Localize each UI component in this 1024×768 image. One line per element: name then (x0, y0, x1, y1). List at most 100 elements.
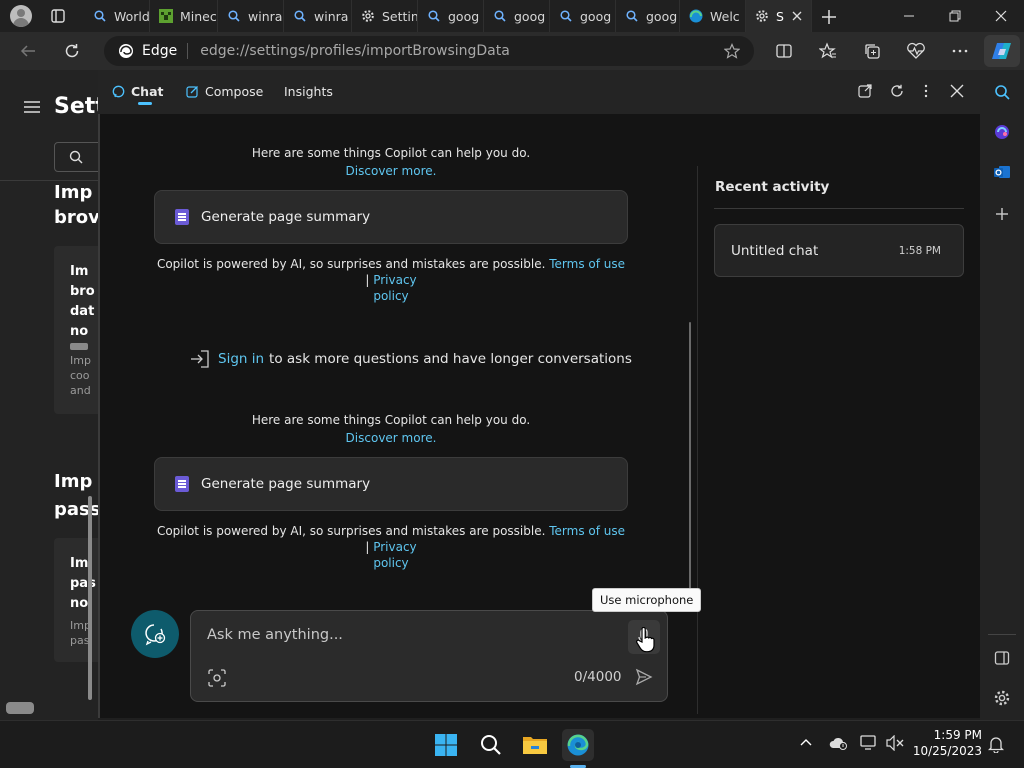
generate-summary-button[interactable]: Generate page summary (154, 190, 628, 244)
tab-compose[interactable]: Compose (186, 84, 263, 99)
sidebar-divider (988, 634, 1016, 635)
search-icon (995, 85, 1010, 100)
screenshot-icon[interactable] (208, 669, 226, 687)
more-options-icon[interactable] (924, 84, 928, 98)
sidebar-search-button[interactable] (988, 78, 1016, 106)
outlook-icon (994, 166, 1010, 178)
policy-link[interactable]: policy (373, 289, 408, 303)
character-counter: 0/4000 (574, 669, 622, 685)
compose-icon (186, 86, 198, 98)
tab-actions-icon[interactable] (50, 8, 66, 24)
tab-chat[interactable]: Chat (112, 84, 163, 99)
notifications-bell-icon[interactable] (988, 735, 1004, 753)
split-screen-button[interactable] (770, 37, 798, 65)
settings-menu-icon[interactable] (24, 100, 40, 114)
start-button[interactable] (430, 729, 462, 761)
import-card-title: Im bro dat no (70, 264, 95, 339)
profile-avatar[interactable] (10, 5, 32, 27)
discover-more-link[interactable]: Discover more. (154, 164, 628, 178)
settings-bottom-widget (6, 702, 34, 714)
new-chat-icon (145, 624, 166, 646)
tab-title: World (114, 8, 150, 24)
chat-input-placeholder[interactable]: Ask me anything... (207, 627, 343, 643)
tab-insights[interactable]: Insights (284, 84, 333, 99)
document-icon (175, 209, 189, 225)
browser-tab[interactable]: winra (284, 0, 352, 32)
sidebar-hide-button[interactable] (988, 644, 1016, 672)
search-icon (558, 8, 574, 24)
discover-more-link[interactable]: Discover more. (154, 431, 628, 445)
send-icon[interactable] (635, 668, 653, 686)
taskbar-search-button[interactable] (475, 729, 507, 761)
import-card-button[interactable] (70, 343, 88, 350)
open-in-new-tab-icon[interactable] (858, 84, 872, 98)
tab-title: Welc (710, 8, 740, 24)
system-clock[interactable]: 1:59 PM 10/25/2023 (913, 727, 982, 759)
file-explorer-button[interactable] (519, 729, 551, 761)
browser-tab[interactable]: goog (550, 0, 616, 32)
sidebar-add-button[interactable] (988, 200, 1016, 228)
browser-tab[interactable]: winra (218, 0, 284, 32)
generate-summary-button[interactable]: Generate page summary (154, 457, 628, 511)
favorites-button[interactable] (814, 37, 842, 65)
display-status-icon[interactable] (860, 735, 878, 751)
edge-taskbar-button[interactable] (562, 729, 594, 761)
restore-button[interactable] (932, 0, 978, 32)
tab-title: S (776, 8, 784, 24)
new-tab-button[interactable] (818, 6, 840, 28)
address-bar[interactable]: Edge edge://settings/profiles/importBrow… (104, 36, 754, 66)
clock-time: 1:59 PM (933, 728, 982, 742)
browser-tab[interactable]: World (84, 0, 150, 32)
import-data-card[interactable]: Im bro dat no Imp coo and (54, 246, 98, 414)
policy-link[interactable]: policy (373, 556, 408, 570)
recent-activity-title: Recent activity (715, 179, 830, 195)
microphone-tooltip: Use microphone (592, 588, 702, 612)
browser-tab[interactable]: Welc (680, 0, 746, 32)
refresh-button[interactable] (58, 37, 86, 65)
recent-divider (714, 208, 964, 209)
privacy-link[interactable]: Privacy (373, 273, 416, 287)
favorite-star-icon[interactable] (724, 43, 740, 59)
back-button[interactable] (14, 37, 42, 65)
tab-title: winra (248, 8, 283, 24)
browser-tab[interactable]: Settin (352, 0, 418, 32)
volume-muted-icon[interactable] (886, 735, 904, 751)
browser-tab[interactable]: S (746, 0, 812, 32)
edge-icon (688, 8, 704, 24)
sidebar-settings-button[interactable] (988, 684, 1016, 712)
recent-chat-item[interactable]: Untitled chat 1:58 PM (714, 224, 964, 277)
refresh-chat-icon[interactable] (890, 84, 904, 98)
edge-icon (567, 734, 589, 756)
sign-in-link[interactable]: Sign in (218, 351, 264, 367)
chat-input-box[interactable] (190, 610, 668, 702)
address-separator (187, 43, 189, 59)
tab-title: goog (448, 8, 480, 24)
browser-essentials-button[interactable] (902, 37, 930, 65)
more-menu-button[interactable] (946, 37, 974, 65)
terms-link[interactable]: Terms of use (549, 257, 625, 271)
close-tab-icon[interactable] (792, 11, 802, 21)
minimize-button[interactable] (886, 0, 932, 32)
collections-button[interactable] (858, 37, 886, 65)
new-topic-button[interactable] (131, 610, 179, 658)
sign-in-rest: to ask more questions and have longer co… (269, 351, 632, 367)
browser-tab[interactable]: Minec (150, 0, 218, 32)
settings-search-input[interactable] (54, 142, 98, 172)
show-hidden-icons-button[interactable] (800, 738, 812, 746)
browser-tab[interactable]: goog (484, 0, 550, 32)
sidebar-outlook-button[interactable] (988, 158, 1016, 186)
windows-logo-icon (435, 734, 457, 756)
copilot-button[interactable] (984, 35, 1020, 67)
close-window-button[interactable] (978, 0, 1024, 32)
close-panel-icon[interactable] (950, 84, 964, 98)
browser-tab[interactable]: goog (418, 0, 484, 32)
onedrive-status-icon[interactable] (829, 736, 849, 750)
chat-scrollbar[interactable] (689, 322, 691, 590)
url-text[interactable]: edge://settings/profiles/importBrowsingD… (200, 43, 510, 59)
settings-scrollbar[interactable] (88, 496, 92, 700)
privacy-link[interactable]: Privacy (373, 540, 416, 554)
import-browser-heading: Imp brov (54, 182, 98, 228)
sidebar-copilot-button[interactable] (988, 118, 1016, 146)
terms-link[interactable]: Terms of use (549, 524, 625, 538)
browser-tab[interactable]: goog (616, 0, 680, 32)
